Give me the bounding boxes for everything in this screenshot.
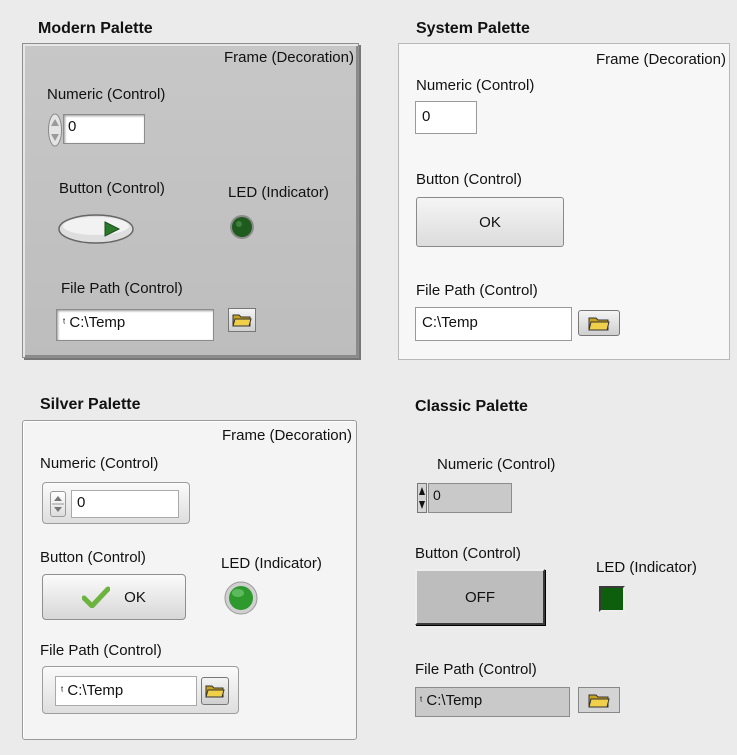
ok-button[interactable]: OK (42, 574, 186, 620)
frame-caption: Frame (Decoration) (595, 51, 726, 68)
led-label: LED (Indicator) (596, 559, 697, 576)
led-label: LED (Indicator) (221, 555, 322, 572)
modern-palette-title: Modern Palette (38, 20, 153, 37)
led-label: LED (Indicator) (228, 184, 329, 201)
system-frame: Frame (Decoration) Numeric (Control) 0 B… (398, 43, 730, 360)
file-path-control: ᵗ C:\Temp (42, 666, 239, 714)
file-path-input[interactable]: C:\Temp (415, 307, 572, 341)
numeric-label: Numeric (Control) (437, 456, 556, 473)
file-path-value: C:\Temp (426, 692, 483, 709)
numeric-label: Numeric (Control) (416, 77, 535, 94)
file-path-input[interactable]: ᵗ C:\Temp (415, 687, 570, 717)
file-path-label: File Path (Control) (415, 661, 537, 678)
numeric-label: Numeric (Control) (40, 455, 159, 472)
browse-button[interactable] (228, 308, 256, 332)
frame-caption: Frame (Decoration) (221, 427, 352, 444)
ok-button[interactable]: OK (416, 197, 564, 247)
system-palette-title: System Palette (416, 20, 530, 37)
button-label: Button (Control) (59, 180, 165, 197)
browse-button[interactable] (201, 677, 229, 705)
off-button[interactable]: OFF (415, 569, 545, 625)
led-indicator (599, 586, 625, 612)
classic-palette-title: Classic Palette (415, 398, 528, 415)
ok-button-label: OK (124, 588, 146, 606)
file-path-value: C:\Temp (67, 682, 124, 699)
folder-icon (588, 694, 610, 707)
checkmark-icon (82, 586, 111, 608)
file-path-label: File Path (Control) (61, 280, 183, 297)
file-path-label: File Path (Control) (40, 642, 162, 659)
file-path-input[interactable]: ᵗ C:\Temp (56, 309, 214, 341)
numeric-input[interactable]: 0 (71, 490, 179, 518)
silver-frame: Frame (Decoration) Numeric (Control) 0 B… (22, 420, 357, 740)
modern-toggle-button[interactable] (57, 212, 135, 250)
led-indicator (229, 214, 255, 244)
numeric-label: Numeric (Control) (47, 86, 166, 103)
folder-icon (232, 314, 252, 327)
numeric-increment-decrement[interactable] (417, 483, 427, 517)
silver-palette-title: Silver Palette (40, 396, 141, 413)
file-path-input[interactable]: ᵗ C:\Temp (55, 676, 197, 706)
numeric-input[interactable]: 0 (415, 101, 477, 134)
led-indicator (224, 581, 258, 619)
file-path-value: C:\Temp (69, 314, 126, 331)
frame-caption: Frame (Decoration) (223, 49, 354, 66)
numeric-control: 0 (42, 482, 190, 524)
button-label: Button (Control) (40, 549, 146, 566)
folder-icon (588, 317, 610, 330)
path-icon: ᵗ (420, 695, 423, 707)
folder-icon (205, 685, 225, 698)
browse-button[interactable] (578, 687, 620, 713)
numeric-input[interactable]: 0 (63, 114, 145, 144)
button-label: Button (Control) (416, 171, 522, 188)
modern-frame: Frame (Decoration) Numeric (Control) 0 B… (22, 43, 359, 358)
button-label: Button (Control) (415, 545, 521, 562)
numeric-increment-decrement[interactable] (48, 113, 62, 151)
browse-button[interactable] (578, 310, 620, 336)
numeric-input[interactable]: 0 (428, 483, 512, 513)
file-path-label: File Path (Control) (416, 282, 538, 299)
path-icon: ᵗ (63, 317, 66, 329)
numeric-increment-decrement[interactable] (50, 491, 66, 517)
path-icon: ᵗ (61, 685, 64, 697)
